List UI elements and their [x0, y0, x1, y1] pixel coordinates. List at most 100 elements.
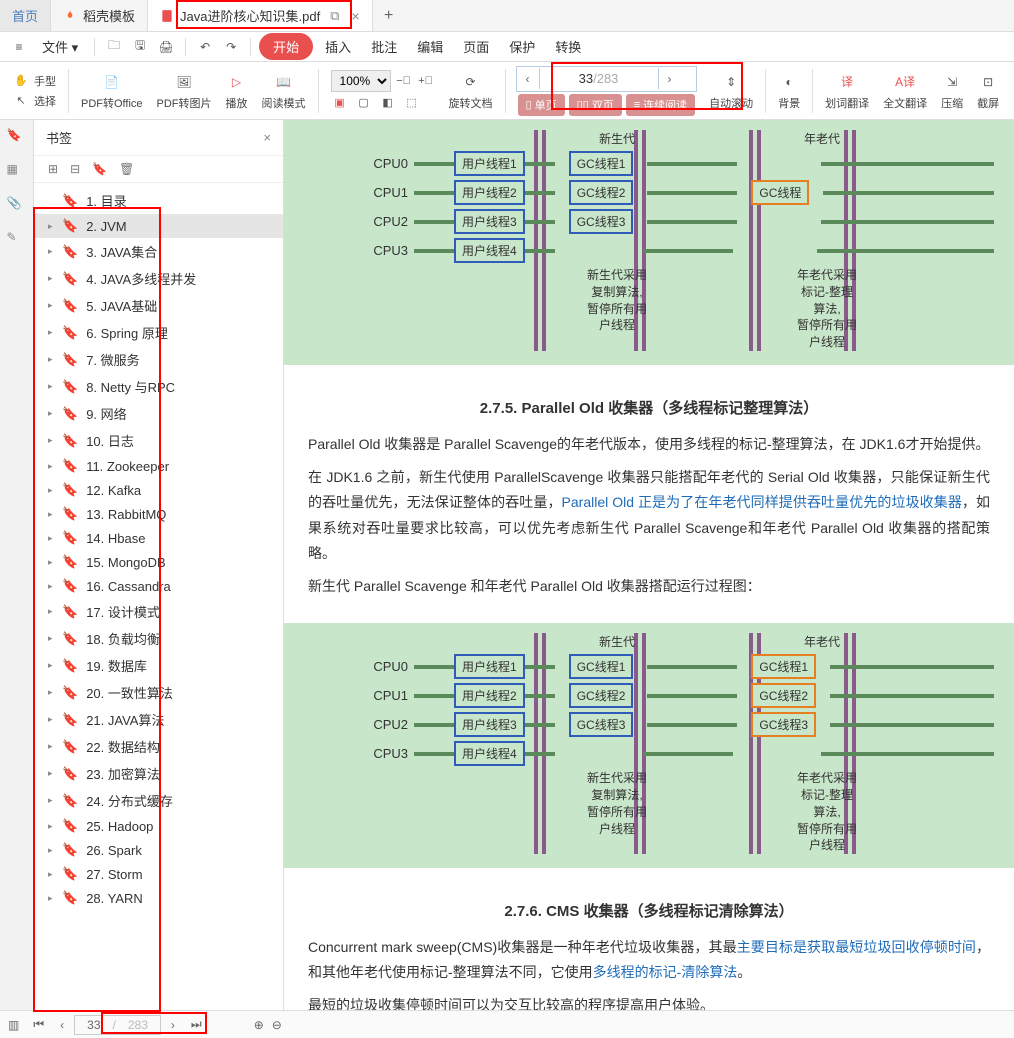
- bookmark-item[interactable]: ▸🔖9. 网络: [34, 400, 283, 427]
- close-panel-icon[interactable]: ×: [263, 130, 271, 145]
- chevron-right-icon: ▸: [48, 660, 58, 671]
- zoom-actual-icon[interactable]: ⊖: [272, 1018, 282, 1032]
- zoom-out-icon[interactable]: −⃝: [395, 72, 413, 90]
- bookmark-item[interactable]: ▸🔖3. JAVA集合: [34, 238, 283, 265]
- fit-icon-3[interactable]: ◧: [379, 94, 397, 112]
- gc-thread-box: GC线程3: [569, 712, 634, 737]
- fit-icon-1[interactable]: ▣: [331, 94, 349, 112]
- attach-rail-icon[interactable]: 📎: [7, 196, 27, 216]
- last-page-button[interactable]: ⏭: [185, 1015, 208, 1034]
- next-page-button[interactable]: ›: [165, 1016, 181, 1034]
- bookmark-item[interactable]: ▸🔖18. 负载均衡: [34, 625, 283, 652]
- bookmark-item[interactable]: ▸🔖25. Hadoop: [34, 814, 283, 838]
- tab-home[interactable]: 首页: [0, 0, 51, 31]
- fit-icon-2[interactable]: ▢: [355, 94, 373, 112]
- bm-tool-3[interactable]: 🔖: [92, 162, 107, 176]
- redo-icon[interactable]: ↷: [220, 36, 242, 58]
- link-parallel-old[interactable]: Parallel Old 正是为了在年老代同样提供吞吐量优先的垃圾收集器: [562, 494, 962, 510]
- pdf-viewer[interactable]: 新生代 年老代 CPU0用户线程1GC线程1CPU1用户线程2GC线程2GC线程…: [284, 120, 1014, 1010]
- bookmark-icon: 🔖: [62, 818, 78, 834]
- tool-full-translate[interactable]: A译全文翻译: [877, 62, 933, 119]
- bookmark-item[interactable]: ▸🔖26. Spark: [34, 838, 283, 862]
- bookmark-item[interactable]: ▸🔖27. Storm: [34, 862, 283, 886]
- tool-pdf-img[interactable]: 🖼PDF转图片: [151, 62, 218, 119]
- bookmark-item[interactable]: ▸🔖17. 设计模式: [34, 598, 283, 625]
- menu-edit[interactable]: 编辑: [409, 33, 451, 60]
- first-page-button[interactable]: ⏮: [27, 1015, 50, 1034]
- bookmark-item[interactable]: ▸🔖7. 微服务: [34, 346, 283, 373]
- bookmark-item[interactable]: ▸🔖23. 加密算法: [34, 760, 283, 787]
- menu-file[interactable]: 文件 ▾: [34, 33, 86, 60]
- cpu-label: CPU2: [304, 717, 414, 732]
- undo-icon[interactable]: ↶: [194, 36, 216, 58]
- tab-add-button[interactable]: +: [373, 0, 405, 31]
- page-prev-button[interactable]: ‹: [517, 72, 539, 86]
- bookmark-item[interactable]: ▸🔖10. 日志: [34, 427, 283, 454]
- status-page-box[interactable]: 33/283: [74, 1015, 161, 1035]
- menu-insert[interactable]: 插入: [317, 33, 359, 60]
- tab-document[interactable]: Java进阶核心知识集.pdf ⧉ ×: [148, 0, 373, 31]
- zoom-fit-icon[interactable]: ⊕: [254, 1018, 264, 1032]
- bookmark-item[interactable]: ▸🔖19. 数据库: [34, 652, 283, 679]
- bookmark-item[interactable]: ▸🔖24. 分布式缓存: [34, 787, 283, 814]
- menu-convert[interactable]: 转换: [547, 33, 589, 60]
- bookmark-item[interactable]: ▸🔖15. MongoDB: [34, 550, 283, 574]
- bookmark-item[interactable]: ▸🔖22. 数据结构: [34, 733, 283, 760]
- bm-tool-1[interactable]: ⊞: [48, 162, 58, 176]
- bookmark-item[interactable]: ▸🔖6. Spring 原理: [34, 319, 283, 346]
- tool-word-translate[interactable]: 译划词翻译: [819, 62, 875, 119]
- page-next-button[interactable]: ›: [659, 72, 681, 86]
- bookmark-item[interactable]: ▸🔖13. RabbitMQ: [34, 502, 283, 526]
- link-cms-goal[interactable]: 主要目标是获取最短垃圾回收停顿时间: [737, 939, 976, 955]
- menu-icon[interactable]: ≡: [8, 36, 30, 58]
- bookmark-item[interactable]: 🔖1. 目录: [34, 187, 283, 214]
- bookmark-item[interactable]: ▸🔖28. YARN: [34, 886, 283, 910]
- tab-templates[interactable]: 稻壳模板: [51, 0, 148, 31]
- tool-compress[interactable]: ⇲压缩: [935, 62, 969, 119]
- close-icon[interactable]: ×: [351, 8, 359, 24]
- menu-annotate[interactable]: 批注: [363, 33, 405, 60]
- tool-autoscroll[interactable]: ⇕自动滚动: [703, 62, 759, 119]
- save-icon[interactable]: 🖫: [129, 36, 151, 58]
- bookmark-item[interactable]: ▸🔖2. JVM: [34, 214, 283, 238]
- bookmark-item[interactable]: ▸🔖14. Hbase: [34, 526, 283, 550]
- zoom-in-icon[interactable]: +⃝: [417, 72, 435, 90]
- thumbnail-rail-icon[interactable]: ▦: [7, 162, 27, 182]
- tool-pdf-office[interactable]: 📄PDF转Office: [75, 62, 149, 119]
- bookmark-rail-icon[interactable]: 🔖: [7, 128, 27, 148]
- bookmark-item[interactable]: ▸🔖12. Kafka: [34, 478, 283, 502]
- tool-read-mode[interactable]: 📖阅读模式: [256, 62, 312, 119]
- zoom-select[interactable]: 100%: [331, 70, 391, 92]
- tool-rotate[interactable]: ⟳旋转文档: [443, 62, 499, 119]
- view-double[interactable]: ▯▯ 双页: [569, 94, 622, 116]
- bookmark-label: 13. RabbitMQ: [86, 507, 166, 522]
- bookmark-item[interactable]: ▸🔖16. Cassandra: [34, 574, 283, 598]
- edit-rail-icon[interactable]: ✎: [7, 230, 27, 250]
- fit-icon-4[interactable]: ⬚: [403, 94, 421, 112]
- menu-page[interactable]: 页面: [455, 33, 497, 60]
- tool-hand[interactable]: ✋手型: [12, 72, 56, 90]
- tool-play[interactable]: ▷播放: [220, 62, 254, 119]
- tool-screenshot[interactable]: ⊡截屏: [971, 62, 1005, 119]
- menu-protect[interactable]: 保护: [501, 33, 543, 60]
- view-single[interactable]: ▯ 单页: [518, 94, 565, 116]
- bookmark-item[interactable]: ▸🔖8. Netty 与RPC: [34, 373, 283, 400]
- bm-tool-4[interactable]: 🗑: [119, 162, 134, 176]
- menu-start[interactable]: 开始: [259, 33, 313, 60]
- tab-dup-icon[interactable]: ⧉: [330, 8, 339, 24]
- tool-bg[interactable]: ◐背景: [772, 62, 806, 119]
- bookmark-item[interactable]: ▸🔖4. JAVA多线程并发: [34, 265, 283, 292]
- sidebar-toggle-icon[interactable]: ▥: [8, 1018, 19, 1032]
- print-icon[interactable]: 🖨: [155, 36, 177, 58]
- bookmark-item[interactable]: ▸🔖5. JAVA基础: [34, 292, 283, 319]
- open-icon[interactable]: 🗀: [103, 36, 125, 58]
- bm-tool-2[interactable]: ⊟: [70, 162, 80, 176]
- link-cms-algo[interactable]: 多线程的标记-清除算法: [593, 964, 738, 980]
- prev-page-button[interactable]: ‹: [54, 1016, 70, 1034]
- bookmark-item[interactable]: ▸🔖21. JAVA算法: [34, 706, 283, 733]
- view-continuous[interactable]: ≡ 连续阅读: [626, 94, 695, 116]
- bookmark-item[interactable]: ▸🔖20. 一致性算法: [34, 679, 283, 706]
- bookmark-item[interactable]: ▸🔖11. Zookeeper: [34, 454, 283, 478]
- tool-select[interactable]: ↖选择: [12, 92, 56, 110]
- page-input[interactable]: 33/283: [539, 68, 659, 89]
